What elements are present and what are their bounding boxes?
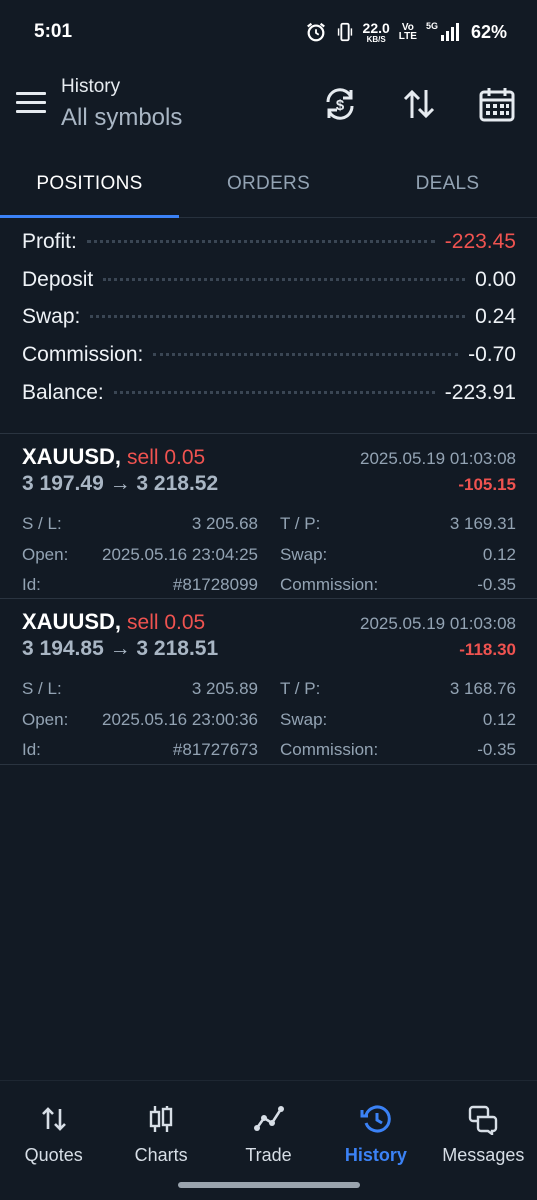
nav-messages[interactable]: Messages	[430, 1081, 537, 1200]
status-bar: 5:01 22.0 KB/S Vo LTE 5G 62%	[0, 0, 537, 64]
position-prices: 3 197.49 → 3 218.52	[22, 472, 219, 495]
calendar-icon[interactable]	[477, 84, 517, 124]
position-id-value: #81728099	[172, 575, 258, 595]
summary-deposit: Deposit 0.00	[22, 267, 516, 291]
balance-value: -223.91	[444, 380, 516, 404]
position-close-time: 2025.05.19 01:03:08	[360, 449, 516, 468]
position-commission-value: -0.35	[477, 575, 516, 595]
open-time-value: 2025.05.16 23:04:25	[102, 544, 258, 564]
summary-commission: Commission: -0.70	[22, 343, 516, 367]
nav-quotes[interactable]: Quotes	[0, 1081, 107, 1200]
currency-exchange-icon[interactable]: $	[320, 84, 360, 124]
tab-deals[interactable]: DEALS	[358, 150, 537, 217]
position-profit: -105.15	[458, 475, 516, 494]
position-close-time: 2025.05.19 01:03:08	[360, 614, 516, 633]
deposit-value: 0.00	[475, 267, 516, 291]
profit-value: -223.45	[444, 230, 516, 253]
account-summary: Profit: -223.45 Deposit 0.00 Swap: 0.24 …	[22, 230, 516, 418]
summary-swap: Swap: 0.24	[22, 305, 516, 329]
position-side: sell 0.05	[127, 611, 206, 634]
commission-value: -0.70	[468, 343, 516, 367]
position-swap-value: 0.12	[482, 544, 516, 564]
stop-loss-value: 3 205.89	[191, 679, 258, 699]
svg-text:$: $	[336, 97, 345, 114]
symbol-filter[interactable]: All symbols	[61, 104, 182, 132]
position-swap-value: 0.12	[482, 709, 516, 729]
history-tabs: POSITIONS ORDERS DEALS	[0, 150, 537, 218]
tab-positions[interactable]: POSITIONS	[0, 150, 179, 218]
position-side: sell 0.05	[127, 446, 206, 469]
alarm-icon	[306, 22, 325, 42]
position-profit: -118.30	[459, 640, 516, 659]
open-time-value: 2025.05.16 23:00:36	[102, 709, 258, 729]
volte-indicator: Vo LTE	[398, 22, 417, 42]
candlestick-icon	[149, 1106, 173, 1132]
position-details: S / L: 3 205.89 T / P: 3 168.76 Open: 2025.…	[22, 679, 516, 760]
position-commission-value: -0.35	[477, 740, 516, 760]
stop-loss-value: 3 205.68	[191, 514, 258, 534]
menu-icon[interactable]	[16, 92, 46, 114]
position-symbol: XAUUSD,	[22, 444, 122, 469]
summary-profit: Profit: -223.45	[22, 230, 516, 253]
app-header: History All symbols $	[0, 64, 537, 144]
network-speed: 22.0 KB/S	[362, 19, 390, 44]
position-item[interactable]: XAUUSD, sell 0.05 2025.05.19 01:03:08 3 1…	[22, 444, 516, 601]
position-id-value: #81727673	[172, 740, 258, 760]
tab-orders[interactable]: ORDERS	[179, 150, 358, 217]
trade-line-icon	[253, 1106, 284, 1131]
quotes-arrows-icon	[41, 1107, 66, 1131]
header-titles: History All symbols	[61, 76, 182, 132]
swap-value: 0.24	[475, 305, 516, 329]
signal-icon: 5G	[426, 22, 462, 42]
messages-icon	[469, 1105, 498, 1135]
page-title: History	[61, 76, 121, 97]
position-details: S / L: 3 205.68 T / P: 3 169.31 Open: 2025.…	[22, 514, 516, 595]
status-time: 5:01	[34, 21, 73, 42]
position-item[interactable]: XAUUSD, sell 0.05 2025.05.19 01:03:08 3 1…	[22, 609, 516, 766]
summary-balance: Balance: -223.91	[22, 380, 516, 404]
divider	[0, 598, 537, 599]
history-clock-icon	[360, 1105, 391, 1133]
divider	[0, 433, 537, 434]
vibrate-icon	[337, 22, 352, 42]
battery-level: 62%	[470, 21, 507, 42]
divider	[0, 764, 537, 765]
position-symbol: XAUUSD,	[22, 609, 122, 634]
take-profit-value: 3 169.31	[449, 514, 516, 534]
status-indicators: 22.0 KB/S Vo LTE 5G 62%	[305, 21, 507, 44]
take-profit-value: 3 168.76	[449, 679, 516, 699]
sort-icon[interactable]	[399, 84, 439, 124]
position-prices: 3 194.85 → 3 218.51	[22, 637, 219, 660]
home-indicator[interactable]	[178, 1182, 360, 1188]
